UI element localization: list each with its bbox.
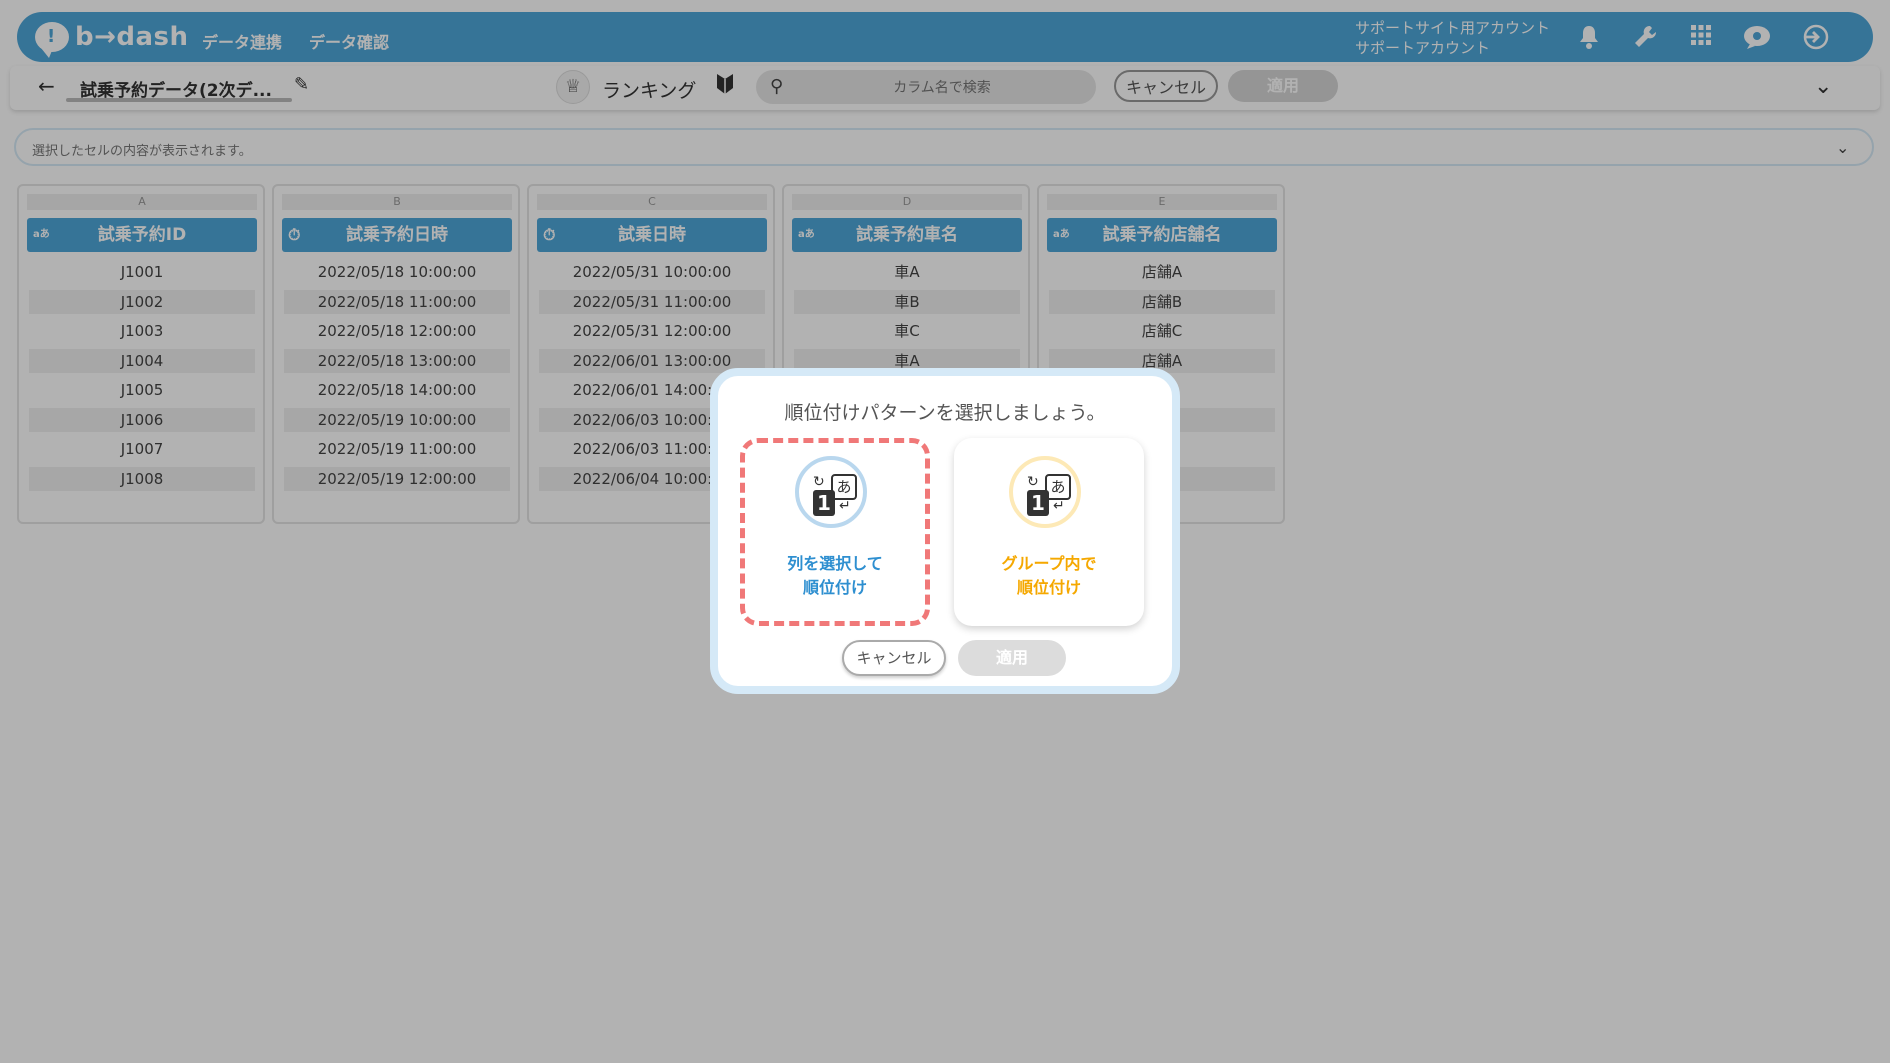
ranking-pattern-dialog: 順位付けパターンを選択しましょう。 ↻ あ 1 ↵ 列を選択して 順位付け ↻ あ 1 ↵ … [710,368,1180,694]
rank-order-icon: ↻ あ 1 ↵ [1009,456,1081,528]
dialog-apply-button[interactable]: 適用 [958,640,1066,676]
option-label-group: グループ内で 順位付け [1001,554,1097,597]
option-rank-by-column[interactable]: ↻ あ 1 ↵ 列を選択して 順位付け [740,438,930,626]
option-rank-within-group[interactable]: ↻ あ 1 ↵ グループ内で 順位付け [954,438,1144,626]
dialog-cancel-button[interactable]: キャンセル [842,640,946,676]
option-label-column: 列を選択して 順位付け [787,554,883,597]
rank-order-icon: ↻ あ 1 ↵ [795,456,867,528]
dialog-title: 順位付けパターンを選択しましょう。 [784,402,1106,424]
